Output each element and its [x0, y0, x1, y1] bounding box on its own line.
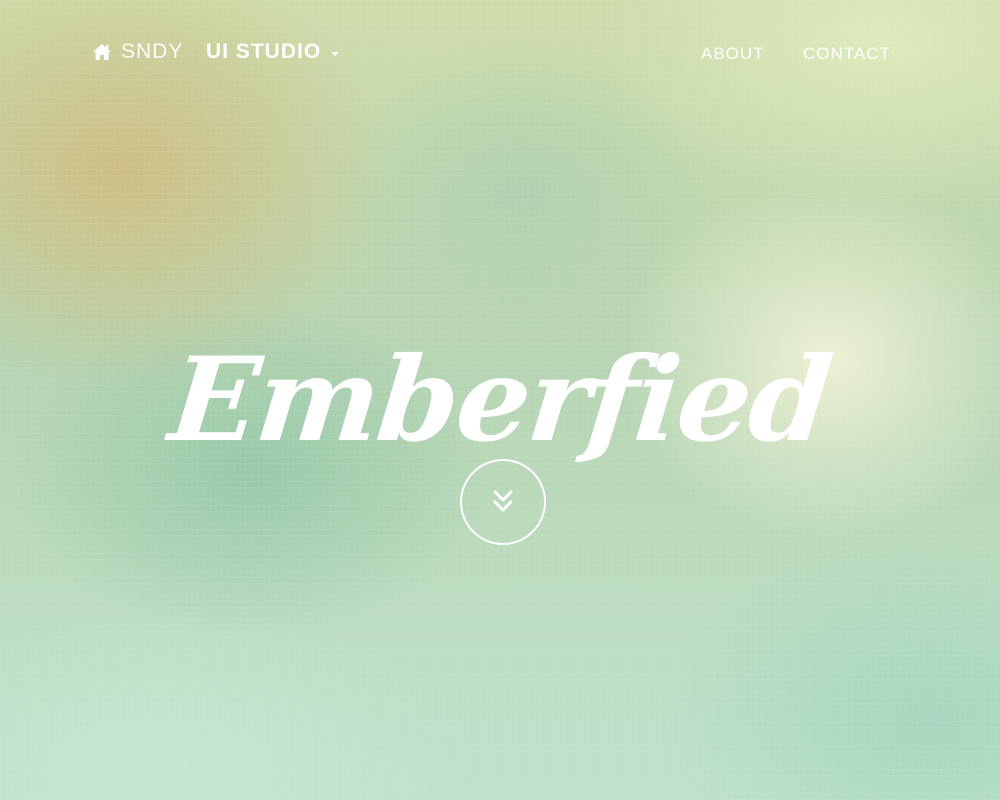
brand-label: SNDY — [121, 40, 184, 63]
nav-link-about[interactable]: ABOUT — [701, 44, 765, 64]
ui-studio-dropdown[interactable]: UI STUDIO — [206, 40, 340, 64]
home-icon — [92, 43, 112, 61]
top-navbar: SNDY UI STUDIO ABOUT CONTACT — [0, 0, 1000, 106]
brand-link[interactable]: SNDY — [92, 40, 183, 64]
hero-title: Emberfied — [163, 331, 837, 468]
nav-link-contact[interactable]: CONTACT — [803, 44, 891, 64]
scroll-down-button[interactable] — [460, 459, 546, 545]
caret-down-icon — [331, 51, 340, 56]
ui-studio-label: UI STUDIO — [206, 40, 322, 63]
double-chevron-down-icon — [493, 490, 513, 512]
